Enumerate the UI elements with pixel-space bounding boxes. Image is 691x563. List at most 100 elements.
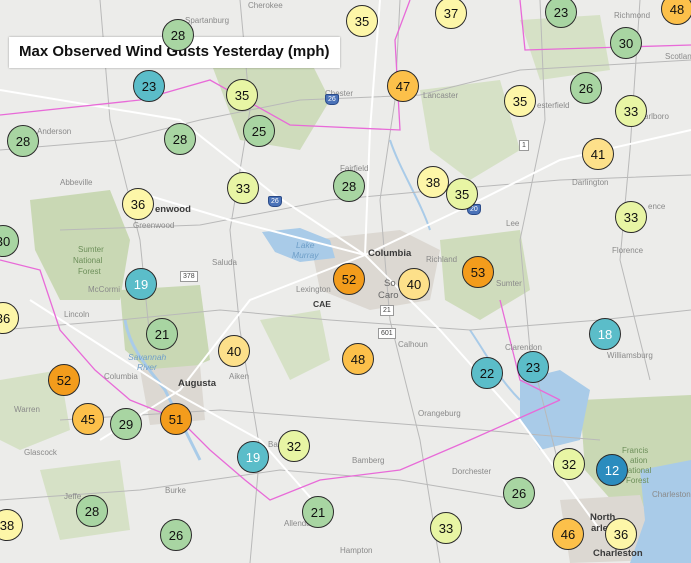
gust-marker[interactable]: 28 bbox=[333, 170, 365, 202]
place-label-columbia-county: Columbia bbox=[104, 372, 138, 381]
place-label-south-carolina-2: Caro bbox=[378, 290, 399, 301]
gust-marker[interactable]: 23 bbox=[517, 351, 549, 383]
gust-marker[interactable]: 47 bbox=[387, 70, 419, 102]
place-label-sumter: Sumter bbox=[496, 279, 522, 288]
gust-marker[interactable]: 28 bbox=[164, 123, 196, 155]
gust-marker[interactable]: 19 bbox=[237, 441, 269, 473]
place-label-richland: Richland bbox=[426, 255, 458, 264]
place-label-augusta: Augusta bbox=[178, 378, 216, 389]
gust-marker[interactable]: 36 bbox=[605, 518, 637, 550]
gust-marker[interactable]: 26 bbox=[503, 477, 535, 509]
place-label-glascock: Glascock bbox=[24, 448, 57, 457]
gust-marker[interactable]: 35 bbox=[504, 85, 536, 117]
route-shield-i26-north: 26 bbox=[325, 94, 339, 105]
place-label-sumter-nf-3: Forest bbox=[78, 267, 101, 276]
gust-marker[interactable]: 30 bbox=[610, 27, 642, 59]
gust-marker[interactable]: 25 bbox=[243, 115, 275, 147]
place-label-savannah: Savannah bbox=[128, 352, 167, 362]
place-label-richmond: Richmond bbox=[614, 11, 651, 20]
place-label-greenwood-city: enwood bbox=[155, 204, 191, 215]
gust-marker[interactable]: 12 bbox=[596, 454, 628, 486]
place-label-lee: Lee bbox=[506, 219, 520, 228]
place-label-charleston-county: Charleston bbox=[652, 490, 691, 499]
gust-marker[interactable]: 28 bbox=[7, 125, 39, 157]
place-label-scotland: Scotlan bbox=[665, 52, 691, 61]
gust-marker[interactable]: 41 bbox=[582, 138, 614, 170]
place-label-jefferson: Jeffe bbox=[64, 492, 82, 501]
map-canvas[interactable]: Max Observed Wind Gusts Yesterday (mph) … bbox=[0, 0, 691, 563]
gust-marker[interactable]: 28 bbox=[76, 495, 108, 527]
place-label-saluda: Saluda bbox=[212, 258, 237, 267]
place-label-sumter-nf-2: National bbox=[73, 256, 103, 265]
place-label-orangeburg: Orangeburg bbox=[418, 409, 461, 418]
place-label-aiken: Aiken bbox=[229, 372, 250, 381]
gust-marker[interactable]: 35 bbox=[446, 178, 478, 210]
gust-marker[interactable]: 22 bbox=[471, 357, 503, 389]
place-label-greenwood: Greenwood bbox=[133, 221, 175, 230]
gust-marker[interactable]: 36 bbox=[122, 188, 154, 220]
place-label-river: River bbox=[137, 362, 157, 372]
place-label-calhoun: Calhoun bbox=[398, 340, 428, 349]
place-label-mccormick: McCormi bbox=[88, 285, 120, 294]
place-label-darlington: Darlington bbox=[572, 178, 609, 187]
gust-marker[interactable]: 18 bbox=[589, 318, 621, 350]
gust-marker[interactable]: 33 bbox=[227, 172, 259, 204]
gust-marker[interactable]: 46 bbox=[552, 518, 584, 550]
gust-marker[interactable]: 21 bbox=[146, 318, 178, 350]
gust-marker[interactable]: 38 bbox=[417, 166, 449, 198]
place-label-lexington: Lexington bbox=[296, 285, 331, 294]
gust-marker[interactable]: 51 bbox=[160, 403, 192, 435]
place-label-cae: CAE bbox=[313, 299, 331, 309]
place-label-francis-4: Forest bbox=[626, 476, 649, 485]
gust-marker[interactable]: 29 bbox=[110, 408, 142, 440]
place-label-murray: Murray bbox=[292, 250, 319, 260]
place-label-chesterfield: esterfield bbox=[537, 101, 570, 110]
route-shield-us601: 601 bbox=[378, 328, 396, 339]
place-label-abbeville: Abbeville bbox=[60, 178, 93, 187]
gust-marker[interactable]: 26 bbox=[160, 519, 192, 551]
gust-marker[interactable]: 32 bbox=[553, 448, 585, 480]
gust-marker[interactable]: 26 bbox=[570, 72, 602, 104]
gust-marker[interactable]: 40 bbox=[398, 268, 430, 300]
route-shield-us378: 378 bbox=[180, 271, 198, 282]
gust-marker[interactable]: 32 bbox=[278, 430, 310, 462]
gust-marker[interactable]: 45 bbox=[72, 403, 104, 435]
place-label-burke: Burke bbox=[165, 486, 186, 495]
place-label-sumter-nf-1: Sumter bbox=[78, 245, 104, 254]
place-label-florence2: Florence bbox=[612, 246, 644, 255]
place-label-columbia: Columbia bbox=[368, 248, 412, 259]
place-label-hampton: Hampton bbox=[340, 546, 373, 555]
place-label-cherokee: Cherokee bbox=[248, 1, 283, 10]
place-label-bamberg: Bamberg bbox=[352, 456, 385, 465]
gust-marker[interactable]: 33 bbox=[615, 201, 647, 233]
gust-marker[interactable]: 35 bbox=[346, 5, 378, 37]
place-label-south-carolina-1: So bbox=[384, 278, 396, 289]
place-label-warren: Warren bbox=[14, 405, 40, 414]
route-shield-us21: 21 bbox=[380, 305, 394, 316]
gust-marker[interactable]: 33 bbox=[430, 512, 462, 544]
place-label-lincoln: Lincoln bbox=[64, 310, 90, 319]
gust-marker[interactable]: 52 bbox=[333, 263, 365, 295]
place-label-barnwell: Ba bbox=[268, 440, 278, 449]
route-shield-us1: 1 bbox=[519, 140, 529, 151]
place-label-marlboro: arlboro bbox=[644, 112, 669, 121]
gust-marker[interactable]: 28 bbox=[162, 19, 194, 51]
gust-marker[interactable]: 19 bbox=[125, 268, 157, 300]
gust-marker[interactable]: 23 bbox=[133, 70, 165, 102]
place-label-dorchester: Dorchester bbox=[452, 467, 492, 476]
place-label-williamsburg: Williamsburg bbox=[607, 351, 653, 360]
place-label-lancaster: Lancaster bbox=[423, 91, 459, 100]
place-label-lake: Lake bbox=[296, 240, 315, 250]
place-label-spartanburg: Spartanburg bbox=[185, 16, 230, 25]
place-label-florence: ence bbox=[648, 202, 666, 211]
gust-marker[interactable]: 52 bbox=[48, 364, 80, 396]
gust-marker[interactable]: 53 bbox=[462, 256, 494, 288]
place-label-anderson: Anderson bbox=[37, 127, 72, 136]
route-shield-i26: 26 bbox=[268, 196, 282, 207]
gust-marker[interactable]: 48 bbox=[342, 343, 374, 375]
gust-marker[interactable]: 21 bbox=[302, 496, 334, 528]
place-label-francis-1: Francis bbox=[622, 446, 649, 455]
gust-marker[interactable]: 35 bbox=[226, 79, 258, 111]
gust-marker[interactable]: 40 bbox=[218, 335, 250, 367]
gust-marker[interactable]: 33 bbox=[615, 95, 647, 127]
